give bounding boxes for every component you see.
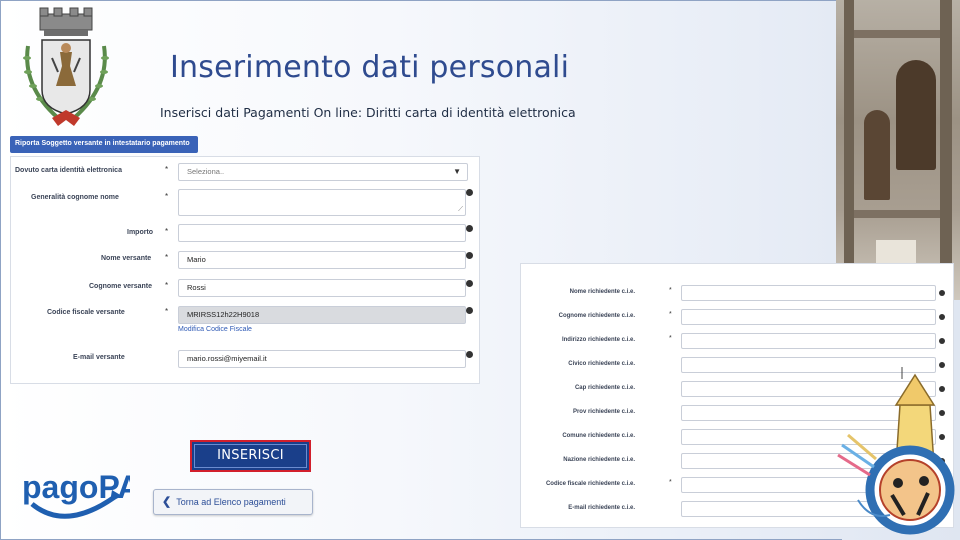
info-icon[interactable] [466,307,473,314]
dovuto-select-value: Seleziona.. [187,167,225,176]
nome-versante-value: Mario [187,255,206,264]
pagopa-logo: pagoPA [22,469,130,519]
field-label: Nome versante [101,255,152,262]
payment-form-panel: Dovuto carta identità elettronica * Sele… [10,156,480,384]
field-label: Nome richiedente c.i.e. [569,289,635,295]
inserisci-button[interactable]: INSERISCI [190,440,311,472]
info-icon[interactable] [466,225,473,232]
field-label: Importo [127,229,154,236]
field-label: E-mail versante [73,354,125,361]
resize-grip-icon[interactable]: ⟋ [458,206,463,214]
codice-fiscale-value: MRIRSS12h22H9018 [187,310,260,319]
importo-input[interactable] [178,224,466,242]
info-icon[interactable] [466,189,473,196]
required-marker: * [165,192,169,201]
page-title: Inserimento dati personali [170,50,570,85]
info-icon[interactable] [466,351,473,358]
field-label: E-mail richiedente c.i.e. [568,505,635,511]
chevron-left-icon: ❮ [162,496,172,508]
info-icon[interactable] [466,280,473,287]
indirizzo-richiedente-input[interactable] [681,333,936,349]
info-icon[interactable] [466,252,473,259]
email-versante-input[interactable]: mario.rossi@miyemail.it [178,350,466,368]
cognome-versante-input[interactable]: Rossi [178,279,466,297]
info-icon[interactable] [939,290,945,296]
info-icon[interactable] [939,314,945,320]
field-label: Nazione richiedente c.i.e. [563,457,635,463]
required-marker: * [165,253,169,262]
generalita-textarea[interactable]: ⟋ [178,189,466,216]
chevron-down-icon: ▼ [453,167,461,176]
info-icon[interactable] [939,338,945,344]
modifica-codice-fiscale-link[interactable]: Modifica Codice Fiscale [178,326,252,333]
riporta-soggetto-button[interactable]: Riporta Soggetto versante in intestatari… [10,136,198,153]
school-drawing-icon [837,367,955,535]
required-marker: * [669,335,672,342]
field-label: Dovuto carta identità elettronica [15,167,122,174]
required-marker: * [165,281,169,290]
page-subtitle: Inserisci dati Pagamenti On line: Diritt… [160,105,576,120]
field-label: Civico richiedente c.i.e. [568,361,635,367]
field-label: Generalità cognome nome [31,194,119,201]
required-marker: * [669,311,672,318]
torna-elenco-label: Torna ad Elenco pagamenti [176,497,286,507]
field-label: Prov richiedente c.i.e. [572,409,635,415]
field-label: Codice fiscale versante [47,309,125,316]
background-tower-photo [836,0,960,300]
required-marker: * [669,287,672,294]
cognome-versante-value: Rossi [187,283,206,292]
email-versante-value: mario.rossi@miyemail.it [187,354,267,363]
field-label: Cognome versante [89,283,153,290]
field-label: Indirizzo richiedente c.i.e. [561,337,635,343]
required-marker: * [165,227,169,236]
cognome-richiedente-input[interactable] [681,309,936,325]
field-label: Comune richiedente c.i.e. [562,433,635,439]
required-marker: * [669,479,672,486]
coat-of-arms-icon [23,7,109,126]
nome-versante-input[interactable]: Mario [178,251,466,269]
required-marker: * [165,165,169,174]
codice-fiscale-input: MRIRSS12h22H9018 [178,306,466,324]
dovuto-select[interactable]: Seleziona.. ▼ [178,163,468,181]
field-label: Cognome richiedente c.i.e. [558,313,635,319]
field-label: Cap richiedente c.i.e. [574,385,635,391]
torna-elenco-button[interactable]: ❮ Torna ad Elenco pagamenti [153,489,313,515]
field-label: Codice fiscale richiedente c.i.e. [545,481,635,487]
nome-richiedente-input[interactable] [681,285,936,301]
required-marker: * [165,307,169,316]
